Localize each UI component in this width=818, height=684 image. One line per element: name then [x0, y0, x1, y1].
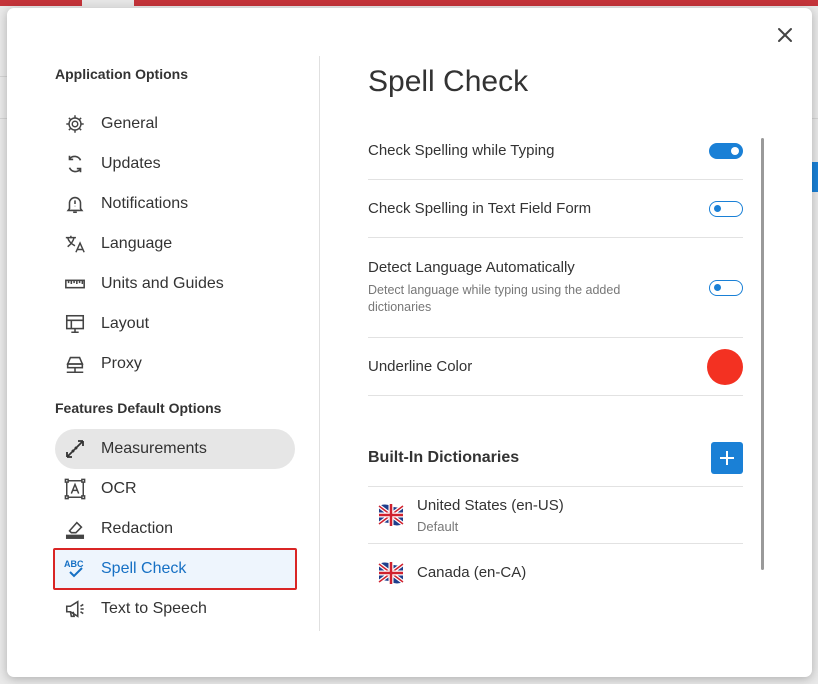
setting-label: Check Spelling while Typing: [368, 142, 555, 159]
setting-label: Check Spelling in Text Field Form: [368, 200, 592, 217]
dictionary-default-label: Default: [417, 518, 459, 534]
bg-blue-strip: [812, 162, 818, 192]
sidebar-item-label: Measurements: [101, 440, 207, 457]
add-dictionary-button[interactable]: [711, 442, 743, 474]
application-options-heading: Application Options: [55, 66, 188, 82]
sidebar-item-label: Updates: [101, 155, 161, 172]
network-icon: [63, 352, 87, 376]
settings-sidebar: Application Options General Updates Noti…: [53, 64, 305, 629]
bg-divider: [0, 76, 7, 77]
detect-language-toggle[interactable]: [709, 279, 743, 296]
sidebar-item-spell-check[interactable]: ABC Spell Check: [53, 548, 297, 590]
spell-check-panel: Spell Check Check Spelling while Typing …: [368, 64, 743, 601]
dictionaries-header: Built-In Dictionaries: [368, 436, 743, 487]
plus-icon: [720, 451, 734, 465]
setting-label: Underline Color: [368, 358, 473, 375]
sidebar-item-label: Units and Guides: [101, 275, 224, 292]
page-title: Spell Check: [368, 65, 529, 98]
sidebar-item-label: OCR: [101, 480, 137, 497]
sidebar-item-text-to-speech[interactable]: Text to Speech: [55, 589, 295, 629]
dictionary-item-en-ca[interactable]: Canada (en-CA): [368, 544, 743, 601]
dictionary-list: United States (en-US) Default Canada (en…: [368, 487, 743, 601]
sidebar-item-proxy[interactable]: Proxy: [55, 344, 295, 384]
setting-row-check-spelling-form: Check Spelling in Text Field Form: [368, 180, 743, 238]
sidebar-item-measurements[interactable]: Measurements: [55, 429, 295, 469]
sidebar-item-label: General: [101, 115, 158, 132]
sidebar-item-ocr[interactable]: OCR: [55, 469, 295, 509]
content-scrollbar[interactable]: [761, 138, 764, 570]
eraser-icon: [63, 517, 87, 541]
setting-row-check-spelling-typing: Check Spelling while Typing: [368, 122, 743, 180]
sidebar-item-units-and-guides[interactable]: Units and Guides: [55, 264, 295, 304]
sidebar-item-label: Redaction: [101, 520, 174, 537]
layout-icon: [63, 312, 87, 336]
measure-icon: [63, 437, 87, 461]
uk-flag-icon: [378, 504, 404, 526]
sidebar-item-label: Proxy: [101, 355, 142, 372]
sidebar-item-updates[interactable]: Updates: [55, 144, 295, 184]
sidebar-item-label: Spell Check: [101, 560, 187, 577]
app-tab-indicator: [82, 0, 134, 6]
check-spelling-form-toggle[interactable]: [709, 200, 743, 217]
app-topbar: [0, 0, 818, 6]
svg-text:ABC: ABC: [64, 559, 84, 569]
settings-list: Check Spelling while Typing Check Spelli…: [368, 122, 743, 396]
sync-icon: [63, 152, 87, 176]
dictionaries-title: Built-In Dictionaries: [368, 449, 520, 466]
dictionary-item-en-us[interactable]: United States (en-US) Default: [368, 487, 743, 544]
setting-row-underline-color: Underline Color: [368, 338, 743, 396]
sidebar-item-label: Layout: [101, 315, 150, 332]
features-default-options-heading: Features Default Options: [55, 400, 222, 416]
sidebar-item-general[interactable]: General: [55, 104, 295, 144]
bg-divider: [0, 118, 7, 119]
dictionary-name: Canada (en-CA): [417, 564, 527, 581]
sidebar-item-notifications[interactable]: Notifications: [55, 184, 295, 224]
sidebar-item-layout[interactable]: Layout: [55, 304, 295, 344]
check-spelling-typing-toggle[interactable]: [709, 142, 743, 159]
gear-icon: [63, 112, 87, 136]
uk-flag-icon: [378, 561, 404, 584]
ruler-icon: [63, 272, 87, 296]
sidebar-item-language[interactable]: Language: [55, 224, 295, 264]
bg-divider: [812, 118, 818, 119]
setting-description: Detect language while typing using the a…: [368, 283, 621, 314]
setting-label: Detect Language Automatically: [368, 259, 575, 276]
sidebar-item-label: Language: [101, 235, 173, 252]
close-button[interactable]: [772, 22, 798, 48]
translate-icon: [63, 232, 87, 256]
ocr-icon: [63, 477, 87, 501]
sidebar-item-label: Text to Speech: [101, 600, 207, 617]
sidebar-item-label: Notifications: [101, 195, 189, 212]
close-icon: [778, 28, 792, 42]
dictionary-name: United States (en-US): [417, 496, 564, 514]
bell-icon: [63, 192, 87, 216]
setting-row-detect-language: Detect Language Automatically Detect lan…: [368, 238, 743, 338]
underline-color-swatch[interactable]: [707, 348, 743, 385]
preferences-dialog: Application Options General Updates Noti…: [7, 8, 812, 677]
sidebar-item-redaction[interactable]: Redaction: [55, 509, 295, 549]
spellcheck-icon: ABC: [63, 557, 87, 581]
megaphone-icon: [63, 597, 87, 621]
sidebar-divider: [319, 56, 320, 631]
